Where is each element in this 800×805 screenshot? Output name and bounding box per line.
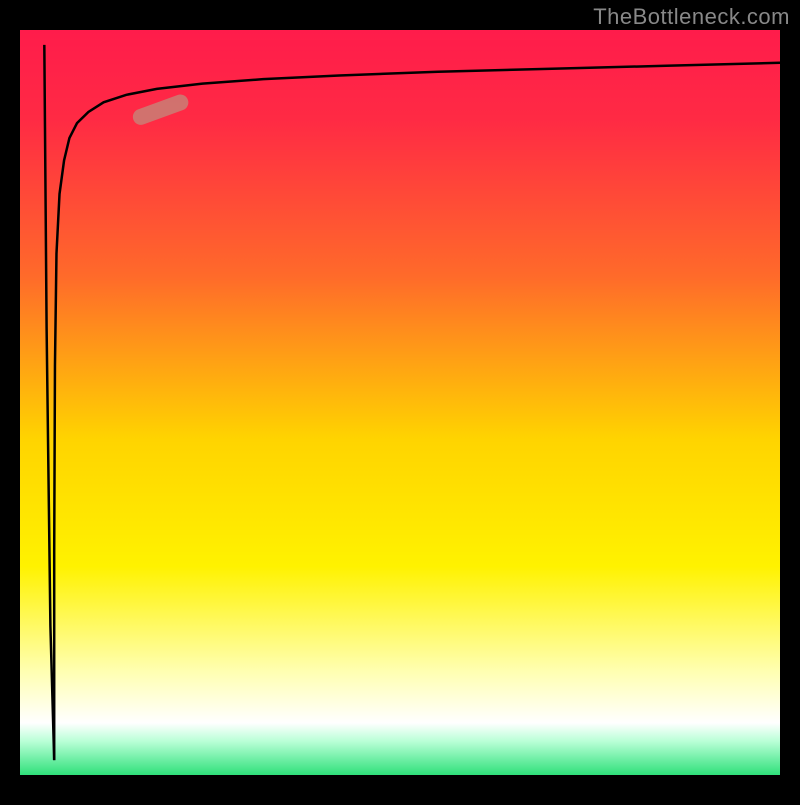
axis-bottom	[0, 775, 800, 800]
plot-background	[20, 30, 780, 775]
chart-svg	[0, 0, 800, 800]
axis-left	[0, 0, 20, 800]
chart-container: TheBottleneck.com	[0, 0, 800, 800]
watermark-text: TheBottleneck.com	[593, 4, 790, 30]
